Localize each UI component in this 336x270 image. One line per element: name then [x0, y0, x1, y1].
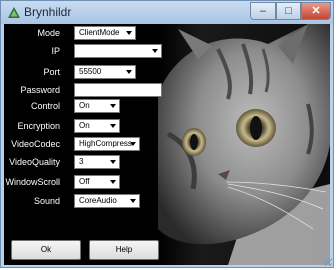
chevron-down-icon: [126, 31, 132, 35]
help-button[interactable]: Help: [89, 240, 159, 260]
chevron-down-icon: [110, 104, 116, 108]
password-label: Password: [20, 85, 60, 95]
port-select[interactable]: 55500: [74, 65, 136, 79]
mode-select[interactable]: ClientMode: [74, 26, 136, 40]
ok-button[interactable]: Ok: [11, 240, 81, 260]
cat-photo: [158, 24, 330, 265]
windowscroll-value: Off: [79, 177, 90, 186]
minimize-button[interactable]: –: [250, 2, 276, 20]
resize-grip-icon[interactable]: [324, 258, 332, 266]
chevron-down-icon: [110, 124, 116, 128]
windowscroll-label: WindowScroll: [5, 177, 60, 187]
close-button[interactable]: ✕: [301, 2, 331, 20]
encryption-value: On: [79, 121, 90, 130]
mode-value: ClientMode: [79, 28, 120, 37]
window-bottom-frame: [4, 265, 330, 267]
chevron-down-icon: [152, 49, 158, 53]
chevron-down-icon: [126, 70, 132, 74]
chevron-down-icon: [130, 199, 136, 203]
mode-label: Mode: [37, 28, 60, 38]
control-select[interactable]: On: [74, 99, 120, 113]
windowscroll-select[interactable]: Off: [74, 175, 120, 189]
sound-select[interactable]: CoreAudio: [74, 194, 140, 208]
chevron-down-icon: [110, 180, 116, 184]
port-label: Port: [43, 67, 60, 77]
control-value: On: [79, 101, 90, 110]
sound-label: Sound: [33, 196, 60, 206]
videoquality-label: VideoQuality: [9, 157, 60, 167]
brynhildr-app-icon: [8, 7, 20, 18]
videocodec-value: HighCompress: [79, 139, 132, 148]
password-input[interactable]: [74, 83, 162, 97]
ip-select[interactable]: [74, 44, 162, 58]
chevron-down-icon: [110, 160, 116, 164]
sound-value: CoreAudio: [79, 196, 117, 205]
encryption-select[interactable]: On: [74, 119, 120, 133]
app-window: Brynhildr – □ ✕ Mode ClientMode IP Port …: [0, 0, 334, 268]
videocodec-select[interactable]: HighCompress: [74, 137, 140, 151]
maximize-button[interactable]: □: [276, 2, 301, 20]
port-value: 55500: [79, 67, 102, 76]
ip-label: IP: [51, 46, 60, 56]
client-area: Mode ClientMode IP Port 55500 Password C…: [4, 24, 330, 265]
encryption-label: Encryption: [17, 121, 60, 131]
videocodec-label: VideoCodec: [11, 139, 60, 149]
control-label: Control: [30, 101, 60, 111]
videoquality-value: 3: [79, 157, 84, 166]
title-bar[interactable]: Brynhildr – □ ✕: [1, 1, 333, 24]
videoquality-select[interactable]: 3: [74, 155, 120, 169]
chevron-down-icon: [130, 142, 136, 146]
window-title: Brynhildr: [24, 5, 72, 19]
